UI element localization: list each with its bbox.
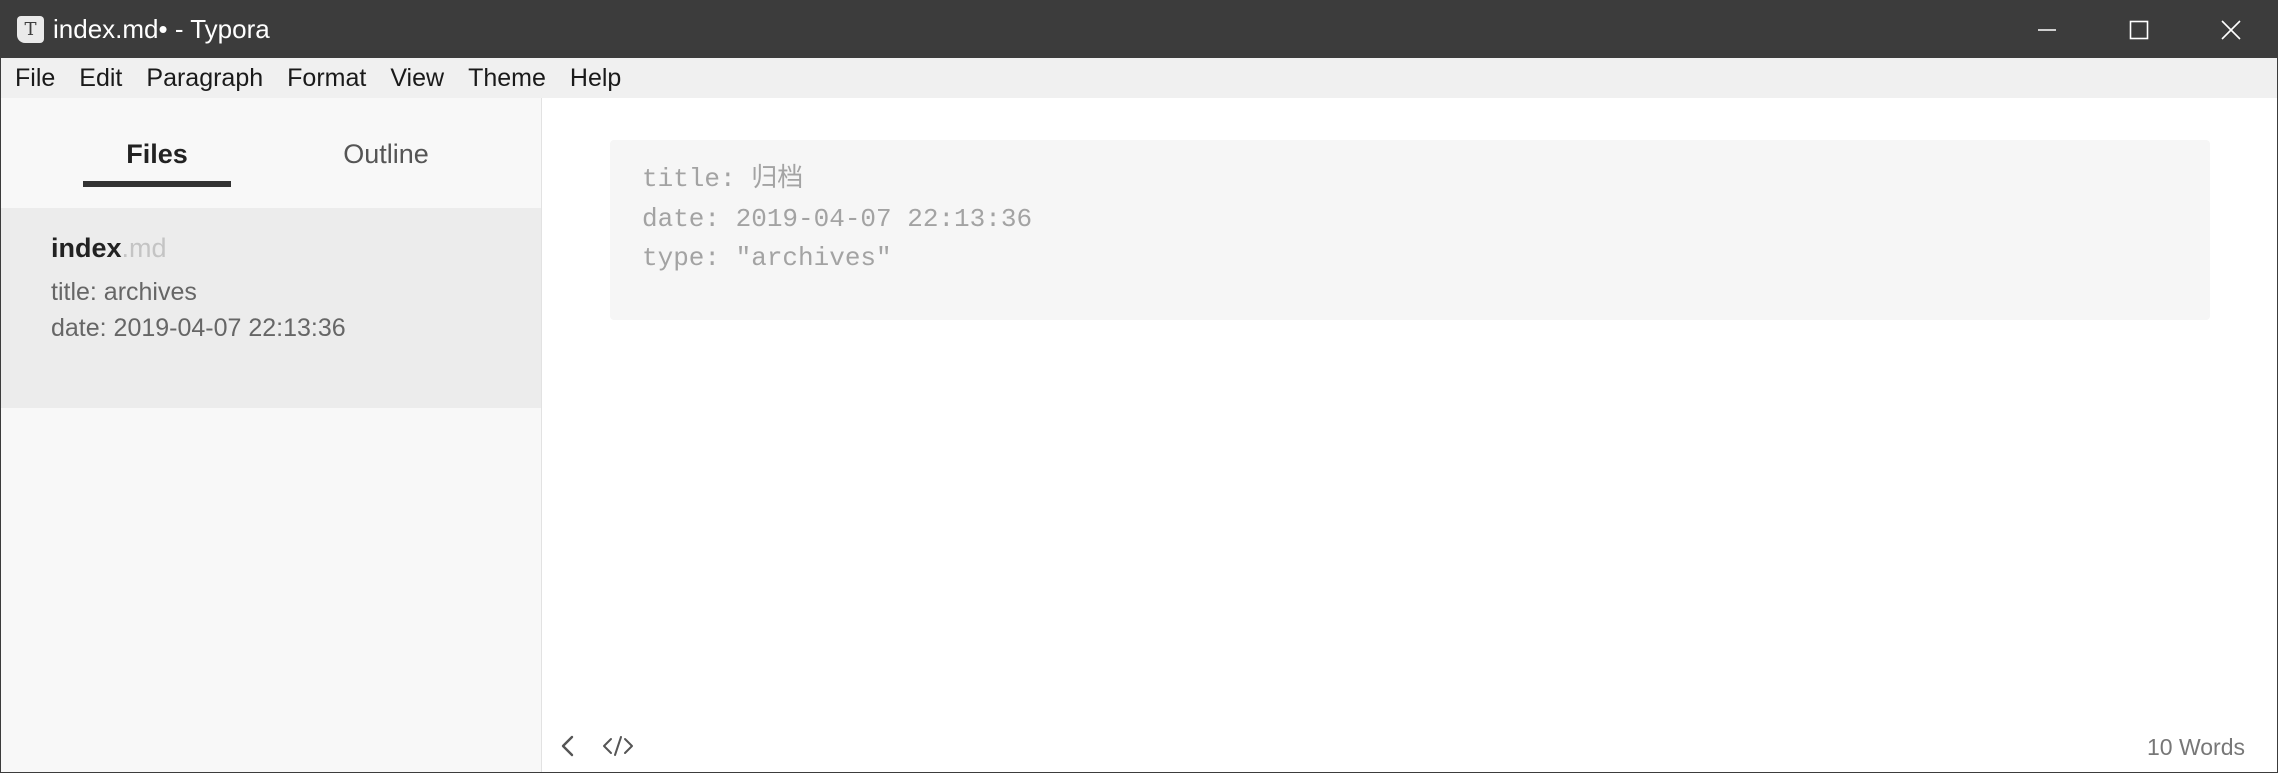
file-extension: .md <box>121 233 167 263</box>
typora-app-icon: T <box>17 16 44 43</box>
sidebar: Files Outline index.md title: archives d… <box>1 98 542 772</box>
menu-view[interactable]: View <box>378 58 456 98</box>
chevron-left-icon <box>561 735 574 757</box>
app-icon-letter: T <box>24 19 37 40</box>
editor-area[interactable]: title: 归档 date: 2019-04-07 22:13:36 type… <box>542 98 2277 772</box>
source-code-mode-button[interactable] <box>598 728 638 764</box>
menu-help[interactable]: Help <box>558 58 633 98</box>
front-matter-line[interactable]: title: 归档 <box>642 160 803 198</box>
word-count[interactable]: 10 Words <box>2147 732 2245 762</box>
menu-paragraph[interactable]: Paragraph <box>134 58 275 98</box>
close-button[interactable] <box>2185 1 2277 58</box>
minimize-button[interactable] <box>2001 1 2093 58</box>
menu-theme[interactable]: Theme <box>456 58 558 98</box>
menu-bar: File Edit Paragraph Format View Theme He… <box>1 58 2277 98</box>
close-icon <box>2221 19 2241 40</box>
menu-file[interactable]: File <box>3 58 67 98</box>
file-excerpt-line: date: 2019-04-07 22:13:36 <box>51 314 346 342</box>
typora-window: T index.md• - Typora File Edit Paragraph… <box>0 0 2278 773</box>
menu-format[interactable]: Format <box>275 58 378 98</box>
maximize-button[interactable] <box>2093 1 2185 58</box>
tab-outline[interactable]: Outline <box>319 136 453 172</box>
file-list-item-index[interactable]: index.md title: archives date: 2019-04-0… <box>1 208 541 408</box>
menu-edit[interactable]: Edit <box>67 58 134 98</box>
title-bar[interactable]: T index.md• - Typora <box>1 1 2277 58</box>
front-matter-line[interactable]: type: "archives" <box>642 239 892 277</box>
tab-files[interactable]: Files <box>83 136 231 172</box>
toggle-sidebar-button[interactable] <box>548 728 588 764</box>
minimize-icon <box>2038 28 2056 31</box>
file-excerpt-line: title: archives <box>51 278 197 306</box>
file-base-name: index <box>51 233 122 263</box>
file-name: index.md <box>51 230 167 266</box>
code-icon <box>603 736 633 756</box>
maximize-icon <box>2129 20 2149 39</box>
active-tab-indicator <box>83 181 231 187</box>
window-title: index.md• - Typora <box>53 14 270 44</box>
yaml-front-matter-block[interactable]: title: 归档 date: 2019-04-07 22:13:36 type… <box>610 140 2210 320</box>
front-matter-line[interactable]: date: 2019-04-07 22:13:36 <box>642 200 1032 238</box>
